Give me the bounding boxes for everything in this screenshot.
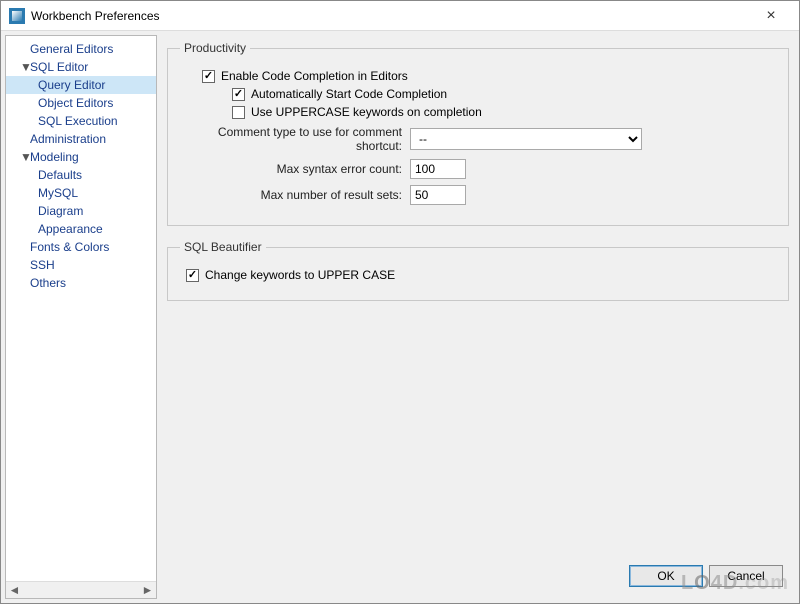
upper-case-checkbox[interactable]	[186, 269, 199, 282]
upper-case-label: Change keywords to UPPER CASE	[205, 268, 395, 282]
tree-item-label: MySQL	[38, 186, 78, 200]
tree-item-label: Query Editor	[38, 78, 105, 92]
scroll-right-icon[interactable]: ►	[139, 582, 156, 599]
app-icon	[9, 8, 25, 24]
uppercase-keywords-checkbox[interactable]	[232, 106, 245, 119]
tree-item-label: General Editors	[30, 42, 113, 56]
tree-item-label: SSH	[30, 258, 55, 272]
cancel-button[interactable]: Cancel	[709, 565, 783, 587]
tree-item-label: Diagram	[38, 204, 83, 218]
tree-item-label: SQL Editor	[30, 60, 88, 74]
productivity-legend: Productivity	[180, 41, 250, 55]
tree-item[interactable]: ▼Modeling	[6, 148, 156, 166]
tree-item[interactable]: Fonts & Colors	[6, 238, 156, 256]
max-resultsets-row: Max number of result sets:	[186, 185, 776, 205]
tree-item-label: Appearance	[38, 222, 103, 236]
tree-item[interactable]: Query Editor	[6, 76, 156, 94]
window-title: Workbench Preferences	[31, 9, 160, 23]
close-button[interactable]: ×	[751, 1, 791, 31]
uppercase-keywords-label: Use UPPERCASE keywords on completion	[251, 105, 482, 119]
tree-item[interactable]: SQL Execution	[6, 112, 156, 130]
beautifier-legend: SQL Beautifier	[180, 240, 266, 254]
tree-item-label: Fonts & Colors	[30, 240, 109, 254]
tree-item[interactable]: Administration	[6, 130, 156, 148]
tree-item-label: Others	[30, 276, 66, 290]
tree-item[interactable]: MySQL	[6, 184, 156, 202]
upper-case-row[interactable]: Change keywords to UPPER CASE	[186, 268, 776, 282]
tree-item[interactable]: Object Editors	[6, 94, 156, 112]
comment-type-row: Comment type to use for comment shortcut…	[186, 125, 776, 153]
tree-item-label: Modeling	[30, 150, 79, 164]
beautifier-group: SQL Beautifier Change keywords to UPPER …	[167, 240, 789, 301]
auto-start-label: Automatically Start Code Completion	[251, 87, 447, 101]
comment-type-select[interactable]: --	[410, 128, 642, 150]
uppercase-keywords-row[interactable]: Use UPPERCASE keywords on completion	[232, 105, 776, 119]
tree-item-label: SQL Execution	[38, 114, 118, 128]
title-bar: Workbench Preferences ×	[1, 1, 799, 31]
auto-start-row[interactable]: Automatically Start Code Completion	[232, 87, 776, 101]
enable-code-completion-checkbox[interactable]	[202, 70, 215, 83]
caret-icon: ▼	[20, 59, 30, 75]
settings-panel: Productivity Enable Code Completion in E…	[161, 35, 795, 599]
caret-icon: ▼	[20, 149, 30, 165]
max-syntax-input[interactable]	[410, 159, 466, 179]
tree-item[interactable]: Others	[6, 274, 156, 292]
tree-item[interactable]: SSH	[6, 256, 156, 274]
enable-code-completion-label: Enable Code Completion in Editors	[221, 69, 408, 83]
max-syntax-label: Max syntax error count:	[186, 162, 410, 176]
tree-item[interactable]: Diagram	[6, 202, 156, 220]
comment-type-label: Comment type to use for comment shortcut…	[186, 125, 410, 153]
dialog-button-bar: OK Cancel	[161, 557, 795, 599]
content-area: General Editors▼SQL EditorQuery EditorOb…	[1, 31, 799, 603]
tree-item[interactable]: General Editors	[6, 40, 156, 58]
tree-item[interactable]: Defaults	[6, 166, 156, 184]
tree-item[interactable]: Appearance	[6, 220, 156, 238]
enable-code-completion-row[interactable]: Enable Code Completion in Editors	[202, 69, 776, 83]
scroll-left-icon[interactable]: ◄	[6, 582, 23, 599]
tree-item-label: Object Editors	[38, 96, 113, 110]
max-resultsets-input[interactable]	[410, 185, 466, 205]
auto-start-checkbox[interactable]	[232, 88, 245, 101]
productivity-group: Productivity Enable Code Completion in E…	[167, 41, 789, 226]
category-sidebar: General Editors▼SQL EditorQuery EditorOb…	[5, 35, 157, 599]
tree-item-label: Defaults	[38, 168, 82, 182]
tree-item[interactable]: ▼SQL Editor	[6, 58, 156, 76]
sidebar-scrollbar[interactable]: ◄ ►	[6, 581, 156, 598]
max-resultsets-label: Max number of result sets:	[186, 188, 410, 202]
tree-item-label: Administration	[30, 132, 106, 146]
ok-button[interactable]: OK	[629, 565, 703, 587]
category-tree: General Editors▼SQL EditorQuery EditorOb…	[6, 36, 156, 581]
max-syntax-row: Max syntax error count:	[186, 159, 776, 179]
